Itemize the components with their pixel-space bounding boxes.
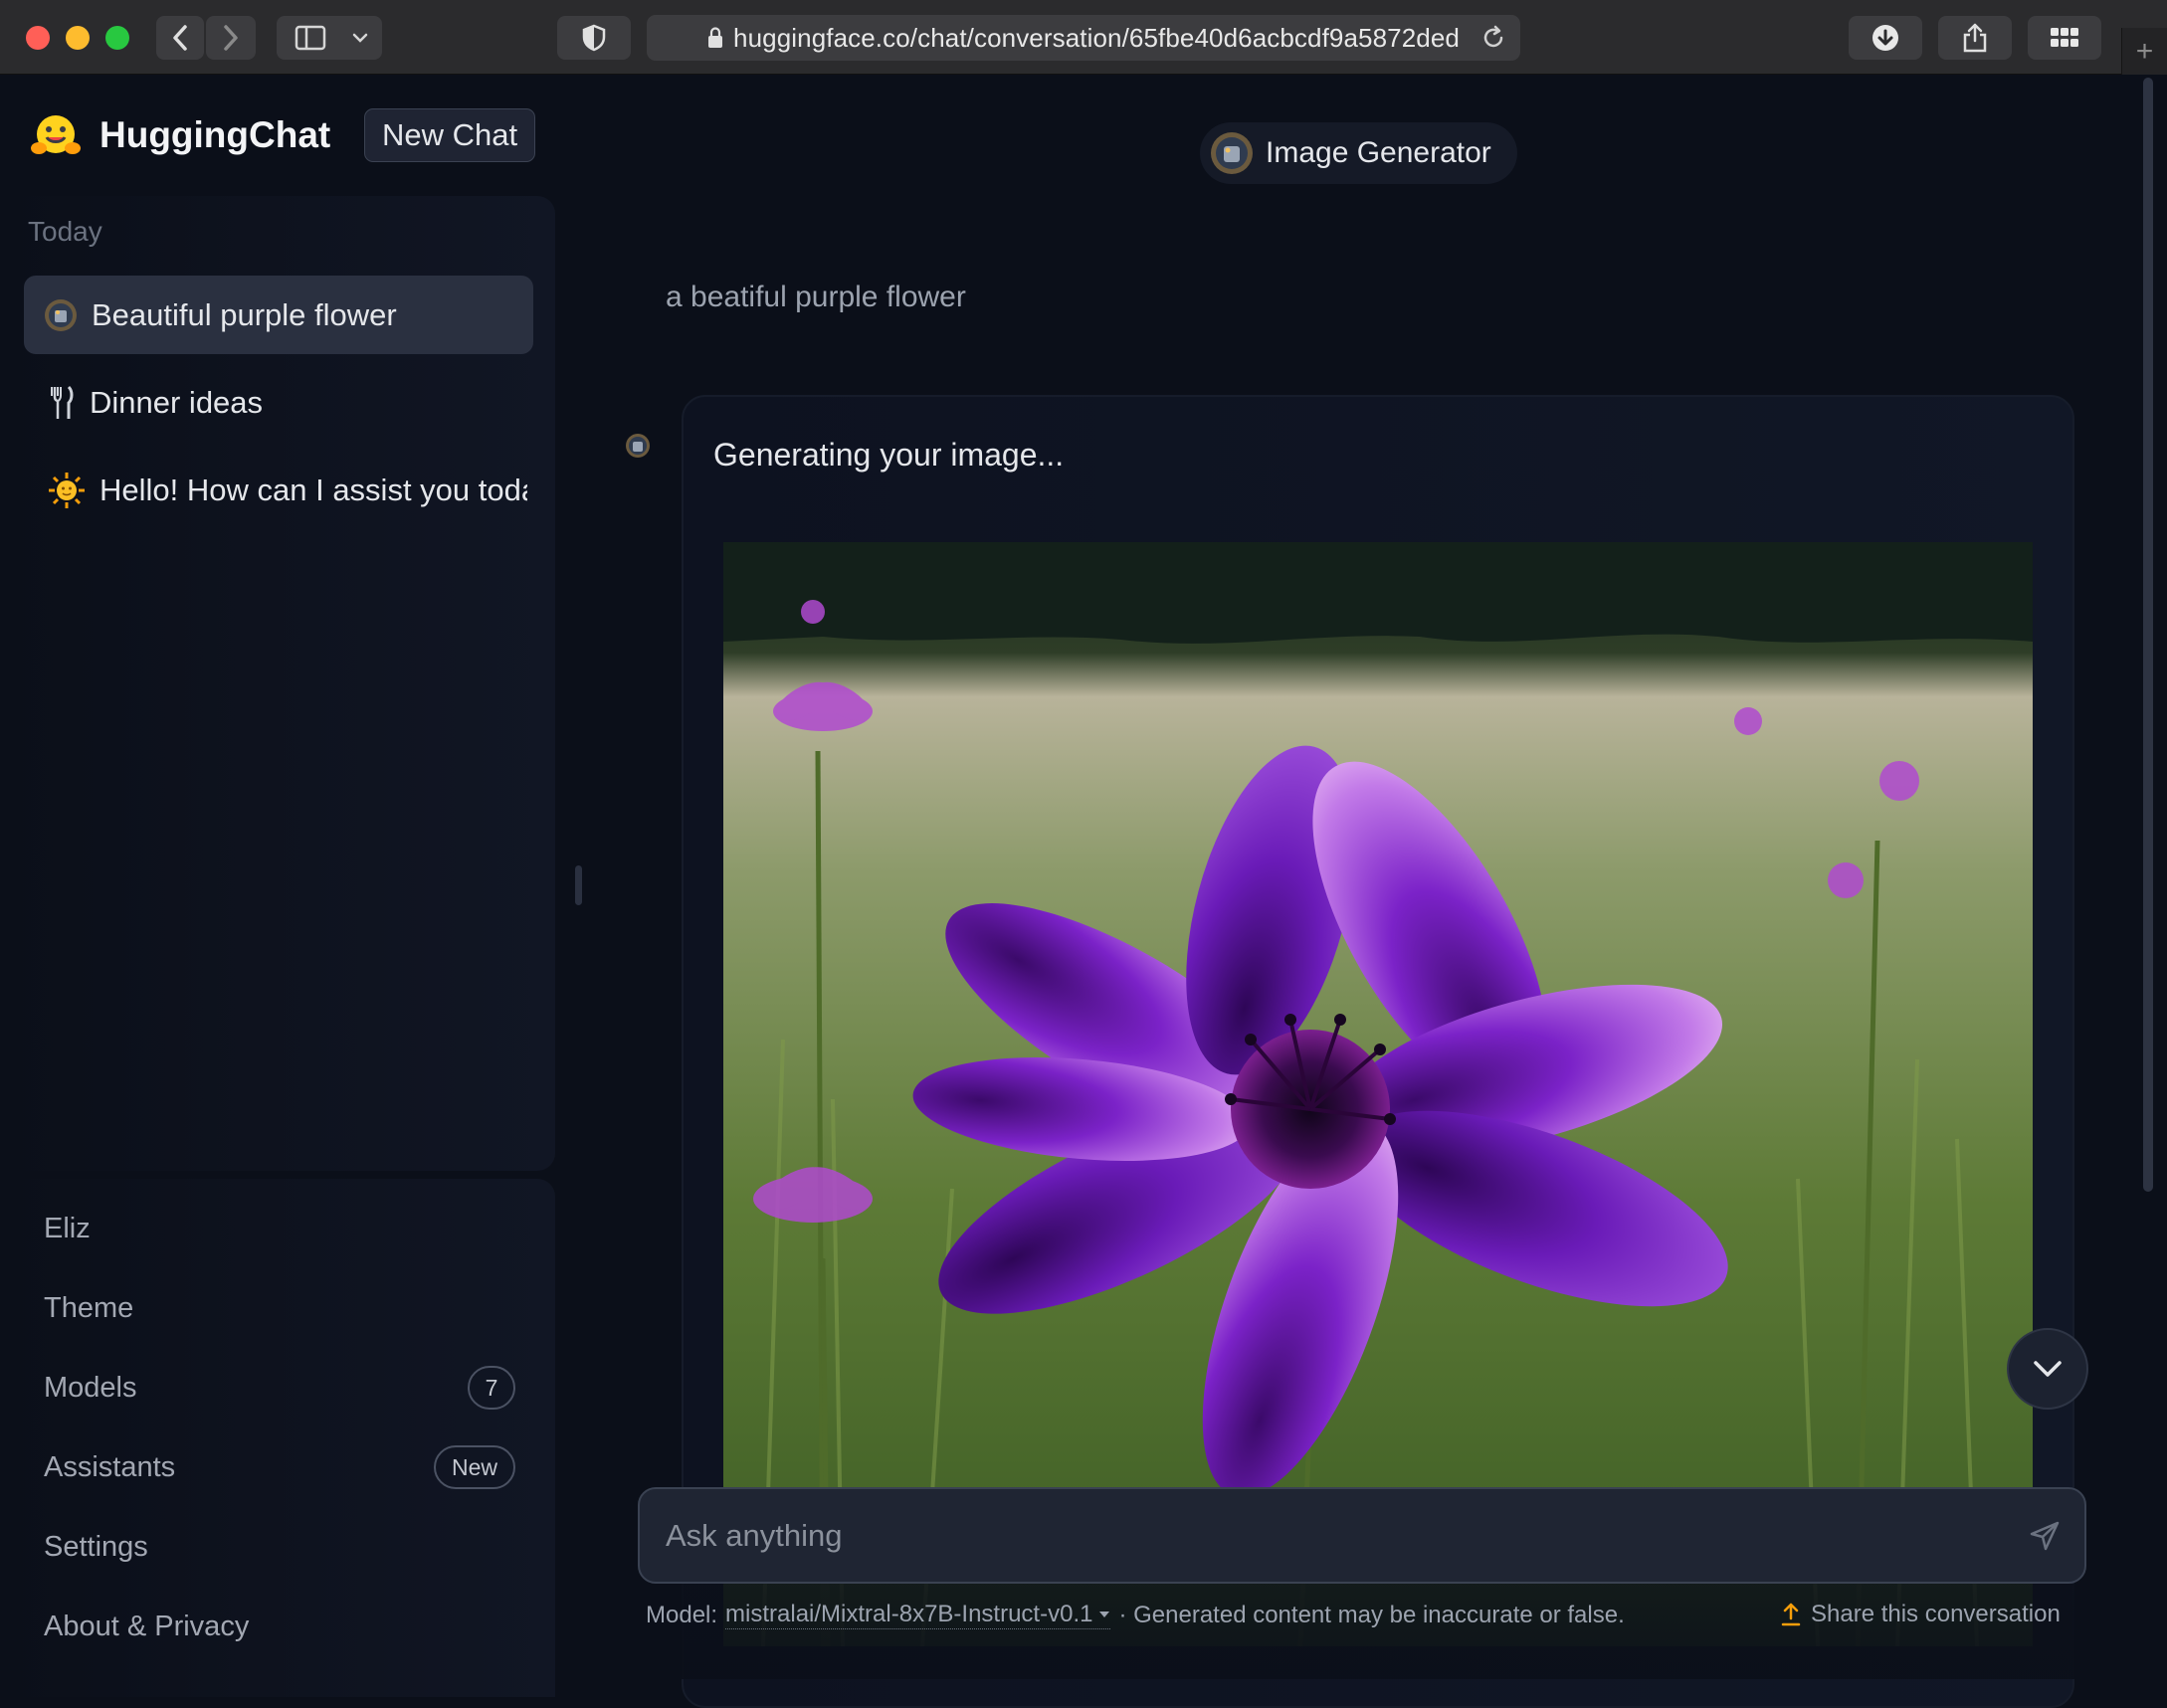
chat-input[interactable] xyxy=(666,1517,2005,1554)
conversation-label: Hello! How can I assist you toda xyxy=(99,472,527,507)
sidebar: HuggingChat New Chat Today Beautiful pur… xyxy=(0,75,557,1697)
model-disclaimer: Model: mistralai/Mixtral-8x7B-Instruct-v… xyxy=(646,1601,1625,1629)
nav-label: Assistants xyxy=(44,1450,176,1483)
chevron-left-icon xyxy=(173,25,187,51)
section-label-today: Today xyxy=(28,216,102,247)
conversation-label: Beautiful purple flower xyxy=(92,296,397,332)
brand-name: HuggingChat xyxy=(99,114,331,155)
brand[interactable]: HuggingChat xyxy=(30,112,330,158)
nav-label: Theme xyxy=(44,1291,134,1324)
conversation-list: Today Beautiful purple flower Dinner ide… xyxy=(8,196,555,1171)
page-scrollbar[interactable] xyxy=(2143,78,2153,1192)
nav-item-about-privacy[interactable]: About & Privacy xyxy=(22,1597,531,1656)
download-icon xyxy=(1872,25,1898,51)
send-icon xyxy=(2030,1521,2060,1550)
nav-item-assistants[interactable]: Assistants New xyxy=(22,1437,531,1497)
assistants-new-badge: New xyxy=(433,1445,515,1489)
upload-share-icon xyxy=(1781,1603,1801,1626)
nav-label: Eliz xyxy=(44,1212,91,1244)
assistant-name: Image Generator xyxy=(1266,136,1491,169)
maximize-window-button[interactable] xyxy=(105,26,129,50)
assistant-message-text: Generating your image... xyxy=(713,437,1065,473)
sidebar-toggle-button[interactable] xyxy=(277,16,382,60)
nav-item-theme[interactable]: Theme xyxy=(22,1278,531,1338)
address-bar[interactable]: huggingface.co/chat/conversation/65fbe40… xyxy=(647,15,1520,61)
generated-flower-image[interactable] xyxy=(723,542,2033,1646)
model-link[interactable]: mistralai/Mixtral-8x7B-Instruct-v0.1 xyxy=(725,1601,1111,1629)
reload-icon[interactable] xyxy=(1480,25,1506,51)
conversation-item-purple-flower[interactable]: Beautiful purple flower xyxy=(24,276,533,354)
nav-item-user[interactable]: Eliz xyxy=(22,1199,531,1258)
back-button[interactable] xyxy=(156,16,204,60)
browser-toolbar: huggingface.co/chat/conversation/65fbe40… xyxy=(0,0,2167,75)
assistant-avatar-icon xyxy=(1211,132,1253,174)
grid-icon xyxy=(2051,28,2078,47)
footer-backdrop xyxy=(627,1584,2099,1679)
sidebar-nav: Eliz Theme Models 7 Assistants New Setti… xyxy=(8,1179,555,1697)
conversation-label: Dinner ideas xyxy=(90,384,264,420)
conversation-item-hello[interactable]: Hello! How can I assist you toda xyxy=(24,451,533,529)
chevron-down-icon xyxy=(2034,1361,2062,1377)
chevron-down-icon xyxy=(352,33,368,43)
models-count-badge: 7 xyxy=(468,1366,515,1410)
disclaimer-text: · Generated content may be inaccurate or… xyxy=(1118,1601,1625,1628)
conversation-item-dinner-ideas[interactable]: Dinner ideas xyxy=(24,363,533,442)
caret-down-icon xyxy=(1099,1612,1110,1617)
sidebar-icon xyxy=(295,25,326,51)
shield-icon xyxy=(582,24,606,52)
lock-icon xyxy=(708,27,723,48)
hugging-face-logo-icon xyxy=(31,115,81,154)
new-tab-button[interactable]: + xyxy=(2121,28,2167,75)
send-button[interactable] xyxy=(2005,1520,2084,1552)
url-text: huggingface.co/chat/conversation/65fbe40… xyxy=(733,22,1460,53)
share-page-button[interactable] xyxy=(1938,16,2012,60)
fork-knife-icon xyxy=(51,385,74,419)
share-icon xyxy=(1963,23,1987,53)
assistant-avatar-icon xyxy=(45,298,77,331)
forward-button[interactable] xyxy=(206,16,256,60)
user-message: a beatiful purple flower xyxy=(666,281,966,313)
nav-item-models[interactable]: Models 7 xyxy=(22,1358,531,1418)
chat-composer xyxy=(638,1487,2086,1584)
assistant-avatar-icon xyxy=(626,434,650,458)
new-chat-button[interactable]: New Chat xyxy=(364,108,536,162)
chevron-right-icon xyxy=(224,25,238,51)
sun-icon xyxy=(49,472,85,508)
flower-illustration xyxy=(723,542,2033,1646)
tab-overview-button[interactable] xyxy=(2028,16,2101,60)
privacy-shield-button[interactable] xyxy=(557,16,631,60)
model-prefix: Model: xyxy=(646,1601,718,1628)
assistant-selector[interactable]: Image Generator xyxy=(1200,122,1517,184)
close-window-button[interactable] xyxy=(26,26,50,50)
model-name: mistralai/Mixtral-8x7B-Instruct-v0.1 xyxy=(725,1601,1093,1627)
share-conversation-button[interactable]: Share this conversation xyxy=(1781,1601,2061,1628)
nav-label: Models xyxy=(44,1371,137,1404)
nav-label: About & Privacy xyxy=(44,1610,250,1642)
share-label: Share this conversation xyxy=(1811,1601,2061,1627)
nav-item-settings[interactable]: Settings xyxy=(22,1517,531,1577)
nav-label: Settings xyxy=(44,1530,148,1563)
minimize-window-button[interactable] xyxy=(66,26,90,50)
scroll-to-bottom-button[interactable] xyxy=(2007,1328,2088,1410)
downloads-button[interactable] xyxy=(1849,16,1922,60)
